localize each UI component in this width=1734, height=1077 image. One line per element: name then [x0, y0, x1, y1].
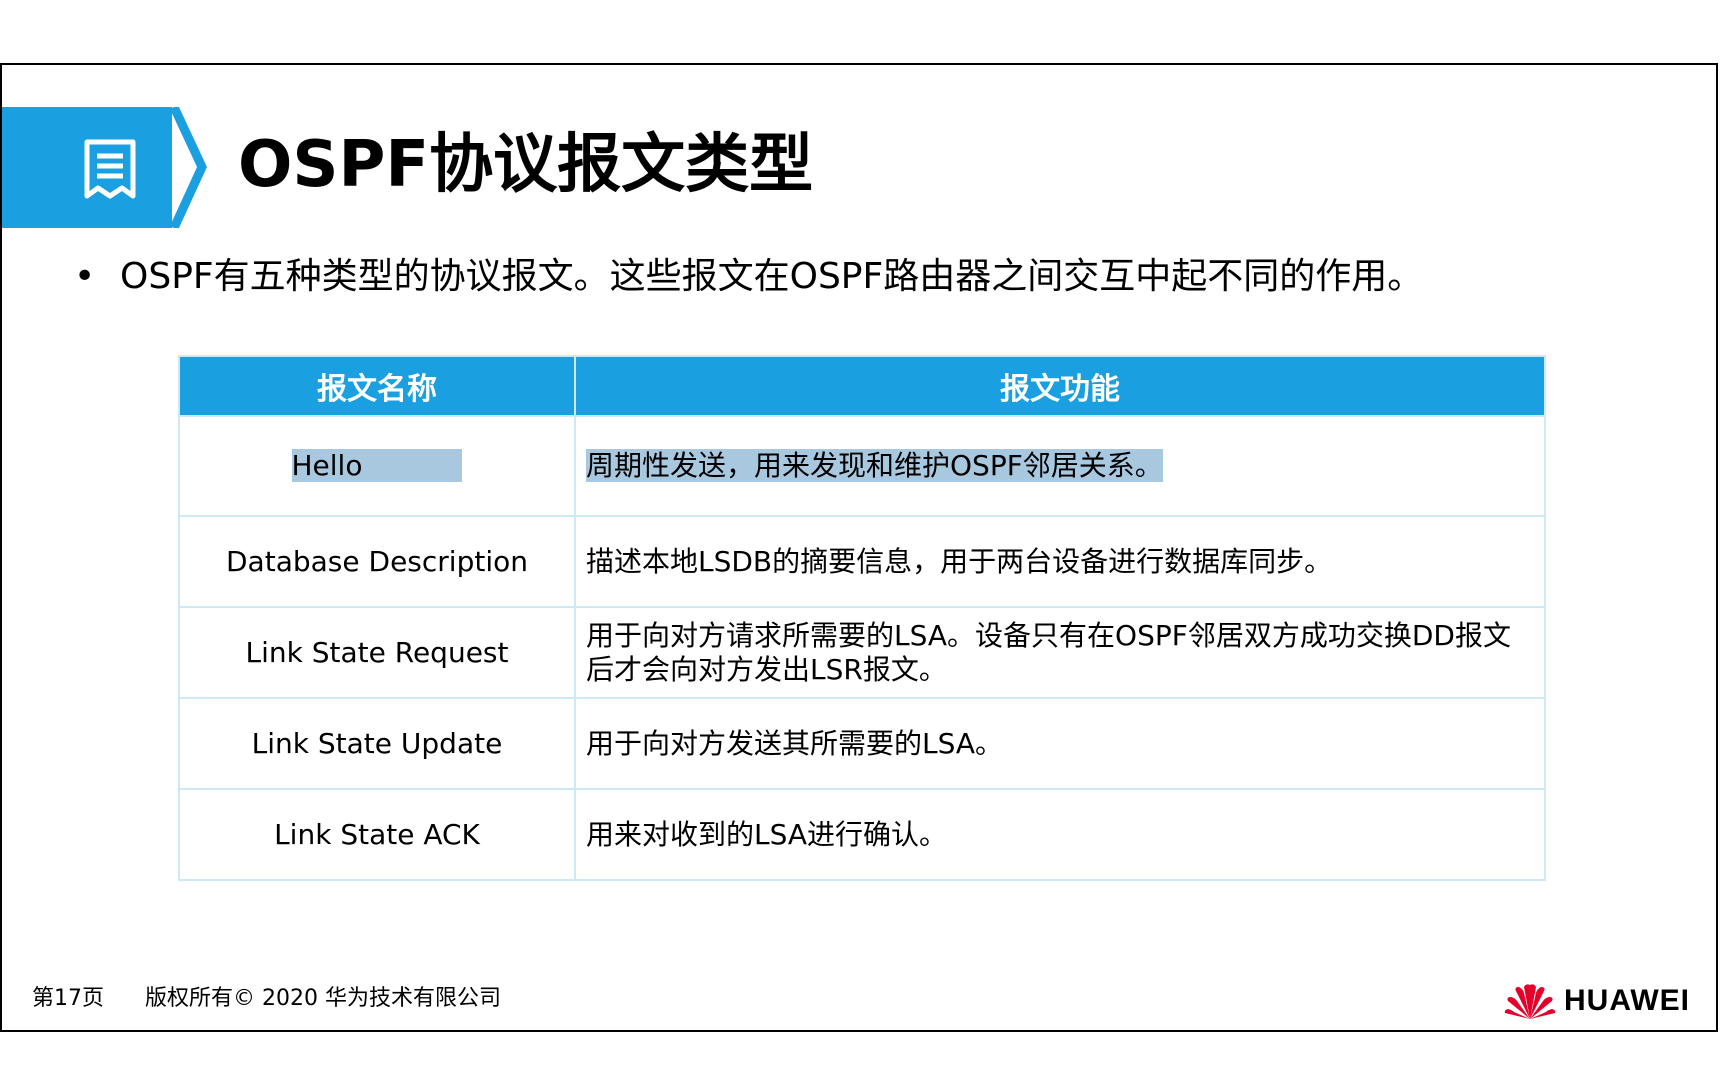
bullet-text: OSPF有五种类型的协议报文。这些报文在OSPF路由器之间交互中起不同的作用。 [120, 256, 1424, 297]
message-function: 用于向对方请求所需要的LSA。设备只有在OSPF邻居双方成功交换DD报文后才会向… [586, 618, 1511, 686]
bullet-point: • OSPF有五种类型的协议报文。这些报文在OSPF路由器之间交互中起不同的作用。 [74, 253, 1423, 301]
page-number: 第17页 [32, 986, 104, 1011]
message-name-cell[interactable]: Hello [178, 415, 576, 517]
table-row: Link State ACK 用来对收到的LSA进行确认。 [178, 788, 1546, 881]
message-function-cell[interactable]: 用于向对方发送其所需要的LSA。 [574, 697, 1546, 790]
page-title: OSPF协议报文类型 [238, 128, 814, 202]
message-name: Link State ACK [274, 817, 480, 851]
header-message-function: 报文功能 [574, 355, 1546, 417]
message-name: Hello [291, 449, 463, 482]
message-name-cell[interactable]: Database Description [178, 515, 576, 608]
message-function-cell[interactable]: 周期性发送，用来发现和维护OSPF邻居关系。 [574, 415, 1546, 517]
table-row: Link State Request 用于向对方请求所需要的LSA。设备只有在O… [178, 606, 1546, 699]
message-function: 描述本地LSDB的摘要信息，用于两台设备进行数据库同步。 [586, 544, 1333, 578]
message-name: Link State Request [245, 635, 509, 669]
message-name-cell[interactable]: Link State ACK [178, 788, 576, 881]
table-row: Hello 周期性发送，用来发现和维护OSPF邻居关系。 [178, 415, 1546, 517]
message-name: Link State Update [251, 726, 503, 760]
brand-name: HUAWEI [1564, 984, 1690, 1017]
message-function: 用于向对方发送其所需要的LSA。 [586, 726, 1004, 760]
message-function-cell[interactable]: 用来对收到的LSA进行确认。 [574, 788, 1546, 881]
message-function: 用来对收到的LSA进行确认。 [586, 817, 948, 851]
message-function-cell[interactable]: 描述本地LSDB的摘要信息，用于两台设备进行数据库同步。 [574, 515, 1546, 608]
bullet-dot: • [74, 256, 96, 297]
message-name-cell[interactable]: Link State Request [178, 606, 576, 699]
huawei-logo-icon [1504, 984, 1556, 1019]
message-name: Database Description [226, 544, 528, 578]
title-chevron [169, 107, 207, 228]
message-type-table: 报文名称 报文功能 Hello 周期性发送，用来发现和维护OSPF邻居关系。 D… [178, 355, 1546, 881]
table-row: Database Description 描述本地LSDB的摘要信息，用于两台设… [178, 515, 1546, 608]
table-row: Link State Update 用于向对方发送其所需要的LSA。 [178, 697, 1546, 790]
message-function-cell[interactable]: 用于向对方请求所需要的LSA。设备只有在OSPF邻居双方成功交换DD报文后才会向… [574, 606, 1546, 699]
header-message-name: 报文名称 [178, 355, 576, 417]
document-icon [84, 139, 136, 199]
message-function: 周期性发送，用来发现和维护OSPF邻居关系。 [586, 449, 1163, 482]
table-header-row: 报文名称 报文功能 [178, 355, 1546, 417]
message-name-cell[interactable]: Link State Update [178, 697, 576, 790]
brand-logo: HUAWEI [1504, 980, 1690, 1022]
copyright-notice: 版权所有© 2020 华为技术有限公司 [145, 986, 501, 1011]
